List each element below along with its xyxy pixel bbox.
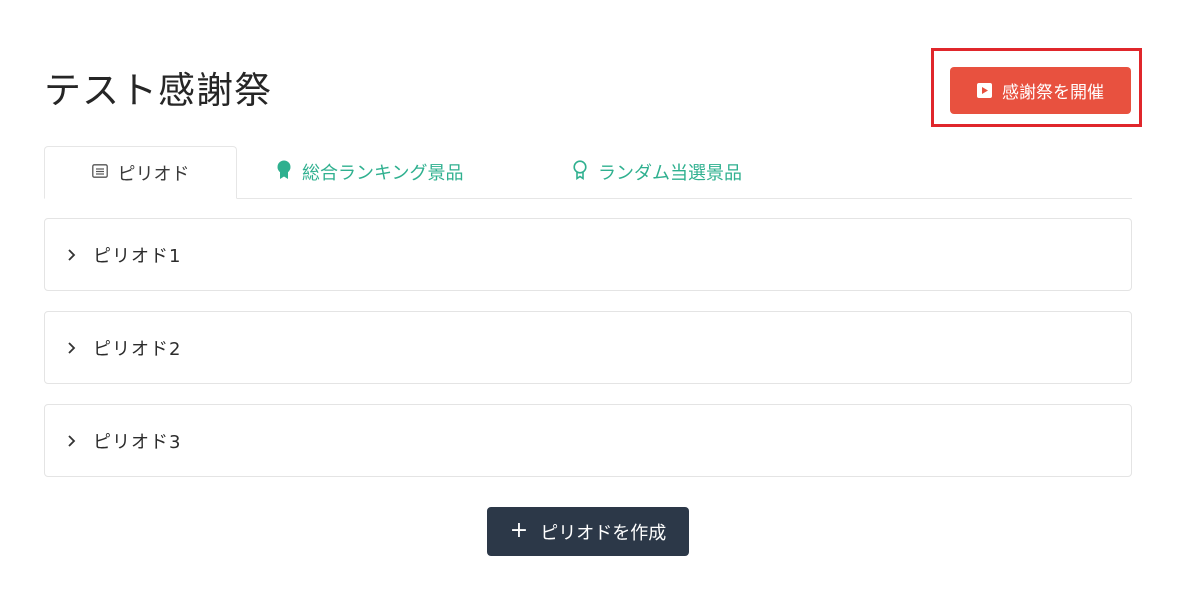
period-item-label: ピリオド1 (93, 245, 182, 267)
period-item-label: ピリオド3 (93, 431, 182, 453)
start-festival-label: 感謝祭を開催 (1002, 83, 1104, 103)
chevron-right-icon (67, 248, 77, 262)
tab-periods-label: ピリオド (117, 163, 190, 185)
create-period-label: ピリオドを作成 (540, 522, 667, 544)
period-item-3[interactable]: ピリオド3 (44, 404, 1132, 477)
tab-overall-ranking-label: 総合ランキング景品 (302, 163, 464, 184)
tab-overall-ranking-prizes[interactable]: 総合ランキング景品 (276, 146, 463, 198)
period-item-1[interactable]: ピリオド1 (44, 218, 1132, 291)
plus-icon: + (509, 517, 529, 543)
tab-periods[interactable]: ピリオド (44, 146, 237, 199)
page-title: テスト感謝祭 (44, 69, 272, 112)
play-icon (977, 83, 992, 98)
award-outline-icon (572, 159, 588, 185)
medal-icon (276, 160, 292, 185)
start-festival-button[interactable]: 感謝祭を開催 (950, 67, 1131, 114)
create-period-button[interactable]: + ピリオドを作成 (487, 507, 689, 556)
tab-random-prizes[interactable]: ランダム当選景品 (572, 146, 742, 198)
period-item-label: ピリオド2 (93, 338, 182, 360)
period-item-2[interactable]: ピリオド2 (44, 311, 1132, 384)
chevron-right-icon (67, 341, 77, 355)
tab-random-label: ランダム当選景品 (598, 163, 742, 184)
list-icon (91, 162, 108, 183)
chevron-right-icon (67, 434, 77, 448)
tab-bar: ピリオド 総合ランキング景品 ランダム当選景品 (44, 146, 1132, 199)
